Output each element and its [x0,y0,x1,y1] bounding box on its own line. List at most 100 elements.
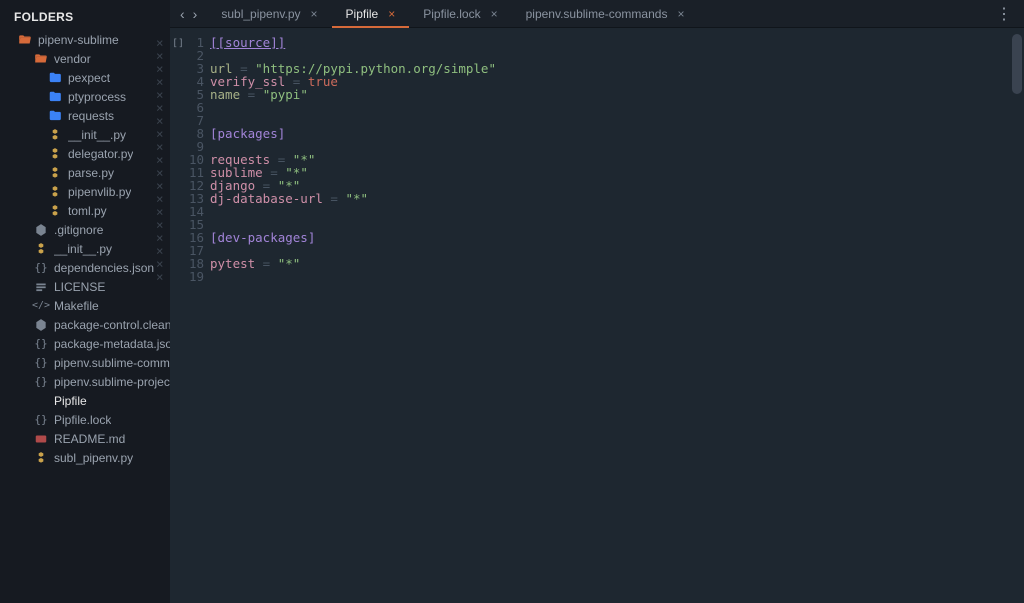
folder-open-icon [34,52,48,66]
tree-item-label: Makefile [54,299,99,313]
more-icon[interactable]: ⋮ [984,0,1024,27]
folder-open-icon [18,33,32,47]
tab[interactable]: pipenv.sublime-commands × [512,0,699,27]
json-file-icon: {} [34,413,48,427]
markdown-file-icon [34,432,48,446]
file-tree: pipenv-sublime vendor pexpect ptyprocess req… [0,30,170,467]
close-icon[interactable]: × [677,7,684,21]
nav-back-icon[interactable]: ‹ [180,6,185,22]
code-line[interactable]: [packages] [210,127,496,140]
tree-item-label: .gitignore [54,223,103,237]
file-item[interactable]: pipenvlib.py [0,182,170,201]
file-item[interactable]: README.md [0,429,170,448]
code-line[interactable]: name = "pypi" [210,88,496,101]
python-file-icon [48,166,62,180]
file-item[interactable]: package-control.clean [0,315,170,334]
python-file-icon [48,204,62,218]
file-item[interactable]: delegator.py [0,144,170,163]
folder-icon [48,71,62,85]
tree-item-label: pexpect [68,71,110,85]
tree-item-label: pipenvlib.py [68,185,131,199]
makefile-icon: </> [34,299,48,313]
code-line[interactable] [210,205,496,218]
code-line[interactable]: [[source]] [210,36,496,49]
code-line[interactable]: dj-database-url = "*" [210,192,496,205]
file-item[interactable]: __init__.py [0,125,170,144]
editor[interactable]: [] 12345678910111213141516171819 [[sourc… [170,28,1024,603]
folder-item[interactable]: requests [0,106,170,125]
json-file-icon: {} [34,261,48,275]
tree-item-label: dependencies.json [54,261,154,275]
file-item[interactable]: {} Pipfile.lock [0,410,170,429]
folder-icon [48,109,62,123]
file-item[interactable]: {} pipenv.sublime-project [0,372,170,391]
tab[interactable]: subl_pipenv.py × [207,0,331,27]
tree-item-label: LICENSE [54,280,105,294]
folder-item[interactable]: pexpect [0,68,170,87]
python-file-icon [48,147,62,161]
tree-item-label: __init__.py [68,128,126,142]
code-line[interactable] [210,270,496,283]
folder-item[interactable]: pipenv-sublime [0,30,170,49]
python-file-icon [34,451,48,465]
tab[interactable]: Pipfile × [332,0,410,27]
file-item[interactable]: toml.py [0,201,170,220]
close-icon[interactable]: × [388,7,395,21]
line-number: 19 [170,270,204,283]
code-line[interactable] [210,101,496,114]
file-item[interactable]: __init__.py [0,239,170,258]
file-item[interactable]: {} pipenv.sublime-commands [0,353,170,372]
tab-list: subl_pipenv.py×Pipfile×Pipfile.lock×pipe… [207,0,698,27]
tree-item-label: pipenv-sublime [38,33,119,47]
tree-item-label: pipenv.sublime-commands [54,356,170,370]
tree-item-label: Pipfile.lock [54,413,111,427]
tab-label: pipenv.sublime-commands [526,7,668,21]
tab-label: Pipfile [346,7,379,21]
tree-item-label: delegator.py [68,147,133,161]
json-file-icon: {} [34,356,48,370]
tree-item-label: __init__.py [54,242,112,256]
folder-icon [48,90,62,104]
file-item[interactable]: {} package-metadata.json [0,334,170,353]
python-file-icon [48,128,62,142]
code-line[interactable]: [dev-packages] [210,231,496,244]
tree-item-label: ptyprocess [68,90,126,104]
nav-forward-icon[interactable]: › [193,6,198,22]
blank-file-icon [34,394,48,408]
folder-item[interactable]: vendor [0,49,170,68]
tab[interactable]: Pipfile.lock × [409,0,511,27]
code-line[interactable]: pytest = "*" [210,257,496,270]
tree-item-label: Pipfile [54,394,87,408]
tab-nav-arrows: ‹ › [170,0,207,27]
file-item[interactable]: {} dependencies.json [0,258,170,277]
close-icon[interactable]: × [311,7,318,21]
scrollbar[interactable] [1012,34,1022,94]
file-item[interactable]: LICENSE [0,277,170,296]
tab-label: Pipfile.lock [423,7,480,21]
main: ‹ › subl_pipenv.py × Pipfile × Pipfile.lock ×… [170,0,1024,603]
folder-item[interactable]: ptyprocess [0,87,170,106]
license-file-icon [34,280,48,294]
file-item[interactable]: </> Makefile [0,296,170,315]
json-file-icon: {} [34,337,48,351]
tree-item-label: package-control.clean [54,318,170,332]
generic-file-icon [34,223,48,237]
tab-label: subl_pipenv.py [221,7,300,21]
tree-item-label: parse.py [68,166,114,180]
json-file-icon: {} [34,375,48,389]
close-icon[interactable]: × [491,7,498,21]
python-file-icon [48,185,62,199]
tree-item-label: toml.py [68,204,107,218]
tree-item-label: package-metadata.json [54,337,170,351]
file-item[interactable]: parse.py [0,163,170,182]
tree-item-label: pipenv.sublime-project [54,375,170,389]
file-item[interactable]: .gitignore [0,220,170,239]
file-item[interactable]: subl_pipenv.py [0,448,170,467]
file-item[interactable]: Pipfile [0,391,170,410]
generic-file-icon [34,318,48,332]
tree-item-label: README.md [54,432,125,446]
tree-item-label: requests [68,109,114,123]
sidebar-title: FOLDERS [0,8,170,30]
tree-item-label: subl_pipenv.py [54,451,133,465]
code-area[interactable]: [[source]]url = "https://pypi.python.org… [210,28,496,603]
